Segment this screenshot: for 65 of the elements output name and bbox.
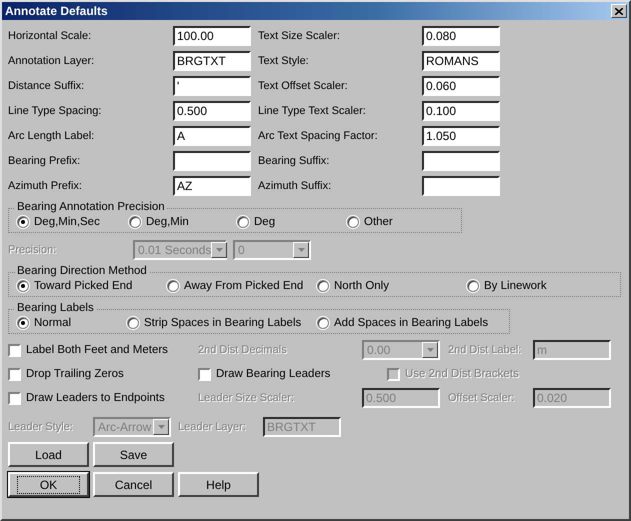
field-label: Text Style: xyxy=(258,55,310,67)
checkbox[interactable]: Label Both Feet and Meters xyxy=(8,344,198,356)
dialog-button[interactable]: Load xyxy=(8,442,89,467)
checkbox[interactable]: Drop Trailing Zeros xyxy=(8,368,198,380)
field-label: Horizontal Scale: xyxy=(8,30,92,42)
checkbox[interactable]: Draw Bearing Leaders xyxy=(198,368,387,380)
field-label: Leader Layer: xyxy=(178,421,247,433)
field-label: Distance Suffix: xyxy=(8,80,86,92)
close-icon xyxy=(615,8,623,14)
input-field[interactable]: 0.100 xyxy=(422,101,500,121)
input-field[interactable]: 0.500 xyxy=(173,101,251,121)
input-field[interactable]: AZ xyxy=(173,176,251,196)
radio-button[interactable]: Strip Spaces in Bearing Labels xyxy=(127,317,317,329)
input-field[interactable]: 100.00 xyxy=(173,26,251,46)
field-label: 2nd Dist Decimals xyxy=(198,344,288,356)
input-field[interactable]: BRGTXT xyxy=(173,51,251,71)
radio-button[interactable]: Normal xyxy=(17,317,127,329)
field-label: Bearing Prefix: xyxy=(8,155,82,167)
field-label: Text Offset Scaler: xyxy=(258,80,349,92)
window-title: Annotate Defaults xyxy=(5,4,108,18)
input-field[interactable]: 0.080 xyxy=(422,26,500,46)
input-field[interactable] xyxy=(422,151,500,171)
dropdown-arrow-icon xyxy=(216,248,223,252)
field-label: 2nd Dist Label: xyxy=(448,344,522,356)
radio-button[interactable]: Add Spaces in Bearing Labels xyxy=(317,317,501,329)
group-title: Bearing Direction Method xyxy=(15,265,149,277)
input-field[interactable]: ' xyxy=(173,76,251,96)
radio-button[interactable]: North Only xyxy=(317,280,467,292)
radio-button[interactable]: Other xyxy=(347,216,453,228)
field-label: Precision: xyxy=(8,244,58,256)
radio-button[interactable]: Toward Picked End xyxy=(17,280,167,292)
dialog-button[interactable]: OK xyxy=(8,472,89,497)
input-field[interactable] xyxy=(422,176,500,196)
radio-button[interactable]: Deg,Min xyxy=(129,216,237,228)
field-label: Line Type Text Scaler: xyxy=(258,105,367,117)
field-label: Annotation Layer: xyxy=(8,55,96,67)
radio-button[interactable]: Deg xyxy=(237,216,347,228)
dropdown-arrow-icon xyxy=(158,425,164,429)
group-title: Bearing Labels xyxy=(15,302,96,314)
dialog-button[interactable]: Cancel xyxy=(93,472,174,497)
radio-button[interactable]: Away From Picked End xyxy=(167,280,317,292)
field-label: Bearing Suffix: xyxy=(258,155,330,167)
input-field[interactable]: 1.050 xyxy=(422,126,500,146)
field-label: Offset Scaler: xyxy=(448,392,516,404)
group-title: Bearing Annotation Precision xyxy=(15,201,167,213)
dialog-button[interactable]: Save xyxy=(93,442,174,467)
field-label: Arc Text Spacing Factor: xyxy=(258,130,379,142)
field-label: Azimuth Suffix: xyxy=(258,180,332,192)
field-label: Text Size Scaler: xyxy=(258,30,341,42)
input-field[interactable]: ROMANS xyxy=(422,51,500,71)
dropdown-arrow-icon xyxy=(426,348,434,352)
dropdown-arrow-icon xyxy=(298,248,304,252)
field-label: Leader Style: xyxy=(8,421,74,433)
input-field[interactable] xyxy=(173,151,251,171)
field-label: Arc Length Label: xyxy=(8,130,96,142)
radio-button[interactable]: Deg,Min,Sec xyxy=(17,216,129,228)
close-button[interactable] xyxy=(611,4,627,18)
dialog-button[interactable]: Help xyxy=(178,472,259,497)
field-label: Azimuth Prefix: xyxy=(8,180,83,192)
field-label: Leader Size Scaler: xyxy=(198,392,295,404)
checkbox[interactable]: Draw Leaders to Endpoints xyxy=(8,392,198,404)
radio-button[interactable]: By Linework xyxy=(467,280,612,292)
field-label: Line Type Spacing: xyxy=(8,105,102,117)
input-field[interactable]: A xyxy=(173,126,251,146)
input-field[interactable]: 0.060 xyxy=(422,76,500,96)
